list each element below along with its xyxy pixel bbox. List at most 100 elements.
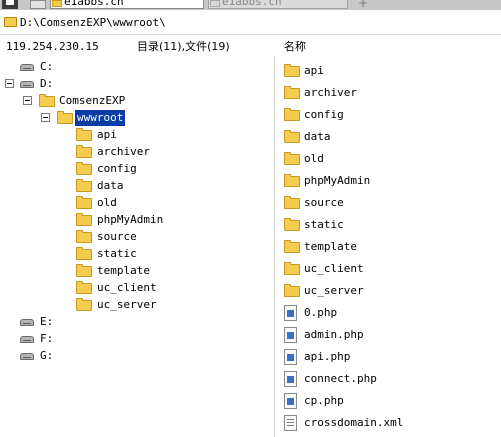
list-item-label: config <box>304 108 344 121</box>
tree-item-static[interactable]: static <box>0 246 200 262</box>
folder-icon <box>284 130 300 143</box>
tree-item-api[interactable]: api <box>0 127 200 143</box>
server-ip: 119.254.230.15 <box>6 40 99 53</box>
tree-item-archiver[interactable]: archiver <box>0 144 200 160</box>
tree-item-drive-c[interactable]: C: <box>0 59 120 75</box>
list-item-label: phpMyAdmin <box>304 174 371 187</box>
tree-label: uc_client <box>97 281 157 294</box>
tree-item-drive-e[interactable]: E: <box>0 314 120 330</box>
tree-item-comsenzexp[interactable]: ComsenzEXP <box>0 93 160 109</box>
tree-label: F: <box>40 332 54 345</box>
tree-item-data[interactable]: data <box>0 178 200 194</box>
list-item-label: api <box>304 64 324 77</box>
tree-label: archiver <box>97 145 150 158</box>
folder-icon <box>76 298 92 311</box>
xml-file-icon <box>284 415 297 431</box>
tree-item-config[interactable]: config <box>0 161 200 177</box>
folder-icon <box>57 111 73 124</box>
list-item-label: admin.php <box>304 328 364 341</box>
php-file-icon <box>284 393 297 409</box>
tree-item-uc-server[interactable]: uc_server <box>0 297 200 313</box>
folder-icon <box>76 247 92 260</box>
folder-icon <box>76 196 92 209</box>
list-item-label: cp.php <box>304 394 344 407</box>
tree-label: api <box>97 128 117 141</box>
tree-item-wwwroot[interactable]: wwwroot <box>0 110 160 126</box>
collapse-toggle-icon[interactable] <box>23 96 32 105</box>
tree-item-source[interactable]: source <box>0 229 200 245</box>
folder-icon <box>76 145 92 158</box>
drive-icon <box>20 64 34 71</box>
folder-icon <box>284 108 300 121</box>
folder-icon <box>284 196 300 209</box>
tab-strip: e1abbs.cn e1abbs.cn + <box>0 0 501 10</box>
folder-icon <box>76 281 92 294</box>
file-list: api archiver config data old phpMyAdmin … <box>276 56 501 437</box>
folder-icon <box>4 17 17 27</box>
drive-icon <box>20 353 34 360</box>
add-tab-icon[interactable]: + <box>358 0 368 9</box>
collapse-toggle-icon[interactable] <box>5 79 14 88</box>
directory-tree: C: D: ComsenzEXP wwwroot api archiver co… <box>0 56 272 437</box>
folder-icon <box>284 64 300 77</box>
tree-label: D: <box>40 77 54 90</box>
folder-icon <box>52 0 62 7</box>
list-item-label: api.php <box>304 350 351 363</box>
list-item-label: 0.php <box>304 306 338 319</box>
tree-item-old[interactable]: old <box>0 195 200 211</box>
tree-item-drive-g[interactable]: G: <box>0 348 120 364</box>
php-file-icon <box>284 305 297 321</box>
tree-item-uc-client[interactable]: uc_client <box>0 280 200 296</box>
folder-icon <box>76 179 92 192</box>
php-file-icon <box>284 327 297 343</box>
list-item-label: template <box>304 240 357 253</box>
list-item-label: old <box>304 152 324 165</box>
folder-icon <box>76 128 92 141</box>
list-item-label: static <box>304 218 344 231</box>
tab-label: e1abbs.cn <box>64 0 124 8</box>
folder-icon <box>284 284 300 297</box>
tree-label: ComsenzEXP <box>59 94 126 107</box>
tree-label: data <box>97 179 124 192</box>
tree-label: C: <box>40 60 54 73</box>
new-document-icon[interactable] <box>30 0 46 9</box>
list-item-label: uc_client <box>304 262 364 275</box>
tree-label: uc_server <box>97 298 157 311</box>
tree-item-phpmyadmin[interactable]: phpMyAdmin <box>0 212 200 228</box>
tree-item-template[interactable]: template <box>0 263 200 279</box>
folder-icon <box>76 230 92 243</box>
tree-item-drive-f[interactable]: F: <box>0 331 120 347</box>
list-item-label: uc_server <box>304 284 364 297</box>
tree-label: G: <box>40 349 54 362</box>
tree-label: template <box>97 264 150 277</box>
address-path[interactable]: D:\ComsenzEXP\wwwroot\ <box>20 16 166 30</box>
tree-label: E: <box>40 315 54 328</box>
folder-icon <box>76 213 92 226</box>
tab-label: e1abbs.cn <box>222 0 282 8</box>
php-file-icon <box>284 349 297 365</box>
tab-e1abbs-inactive[interactable]: e1abbs.cn <box>208 0 348 9</box>
drive-icon <box>20 81 34 88</box>
address-bar[interactable]: D:\ComsenzEXP\wwwroot\ <box>0 12 501 35</box>
folder-icon <box>284 152 300 165</box>
list-item-label: source <box>304 196 344 209</box>
folder-icon <box>284 218 300 231</box>
folder-icon <box>284 174 300 187</box>
pane-divider[interactable] <box>274 56 275 437</box>
tree-label: phpMyAdmin <box>97 213 164 226</box>
folder-icon <box>284 86 300 99</box>
tree-label: old <box>97 196 117 209</box>
php-file-icon <box>284 371 297 387</box>
list-item-label: data <box>304 130 331 143</box>
folder-icon <box>210 0 220 7</box>
name-column-header[interactable]: 名称 <box>284 40 306 53</box>
folder-icon <box>39 94 55 107</box>
folder-icon <box>76 264 92 277</box>
tab-e1abbs-active[interactable]: e1abbs.cn <box>50 0 204 9</box>
drive-icon <box>20 336 34 343</box>
save-icon[interactable] <box>2 0 18 9</box>
list-item-label: archiver <box>304 86 357 99</box>
collapse-toggle-icon[interactable] <box>41 113 50 122</box>
folder-icon <box>284 240 300 253</box>
tree-item-drive-d[interactable]: D: <box>0 76 120 92</box>
